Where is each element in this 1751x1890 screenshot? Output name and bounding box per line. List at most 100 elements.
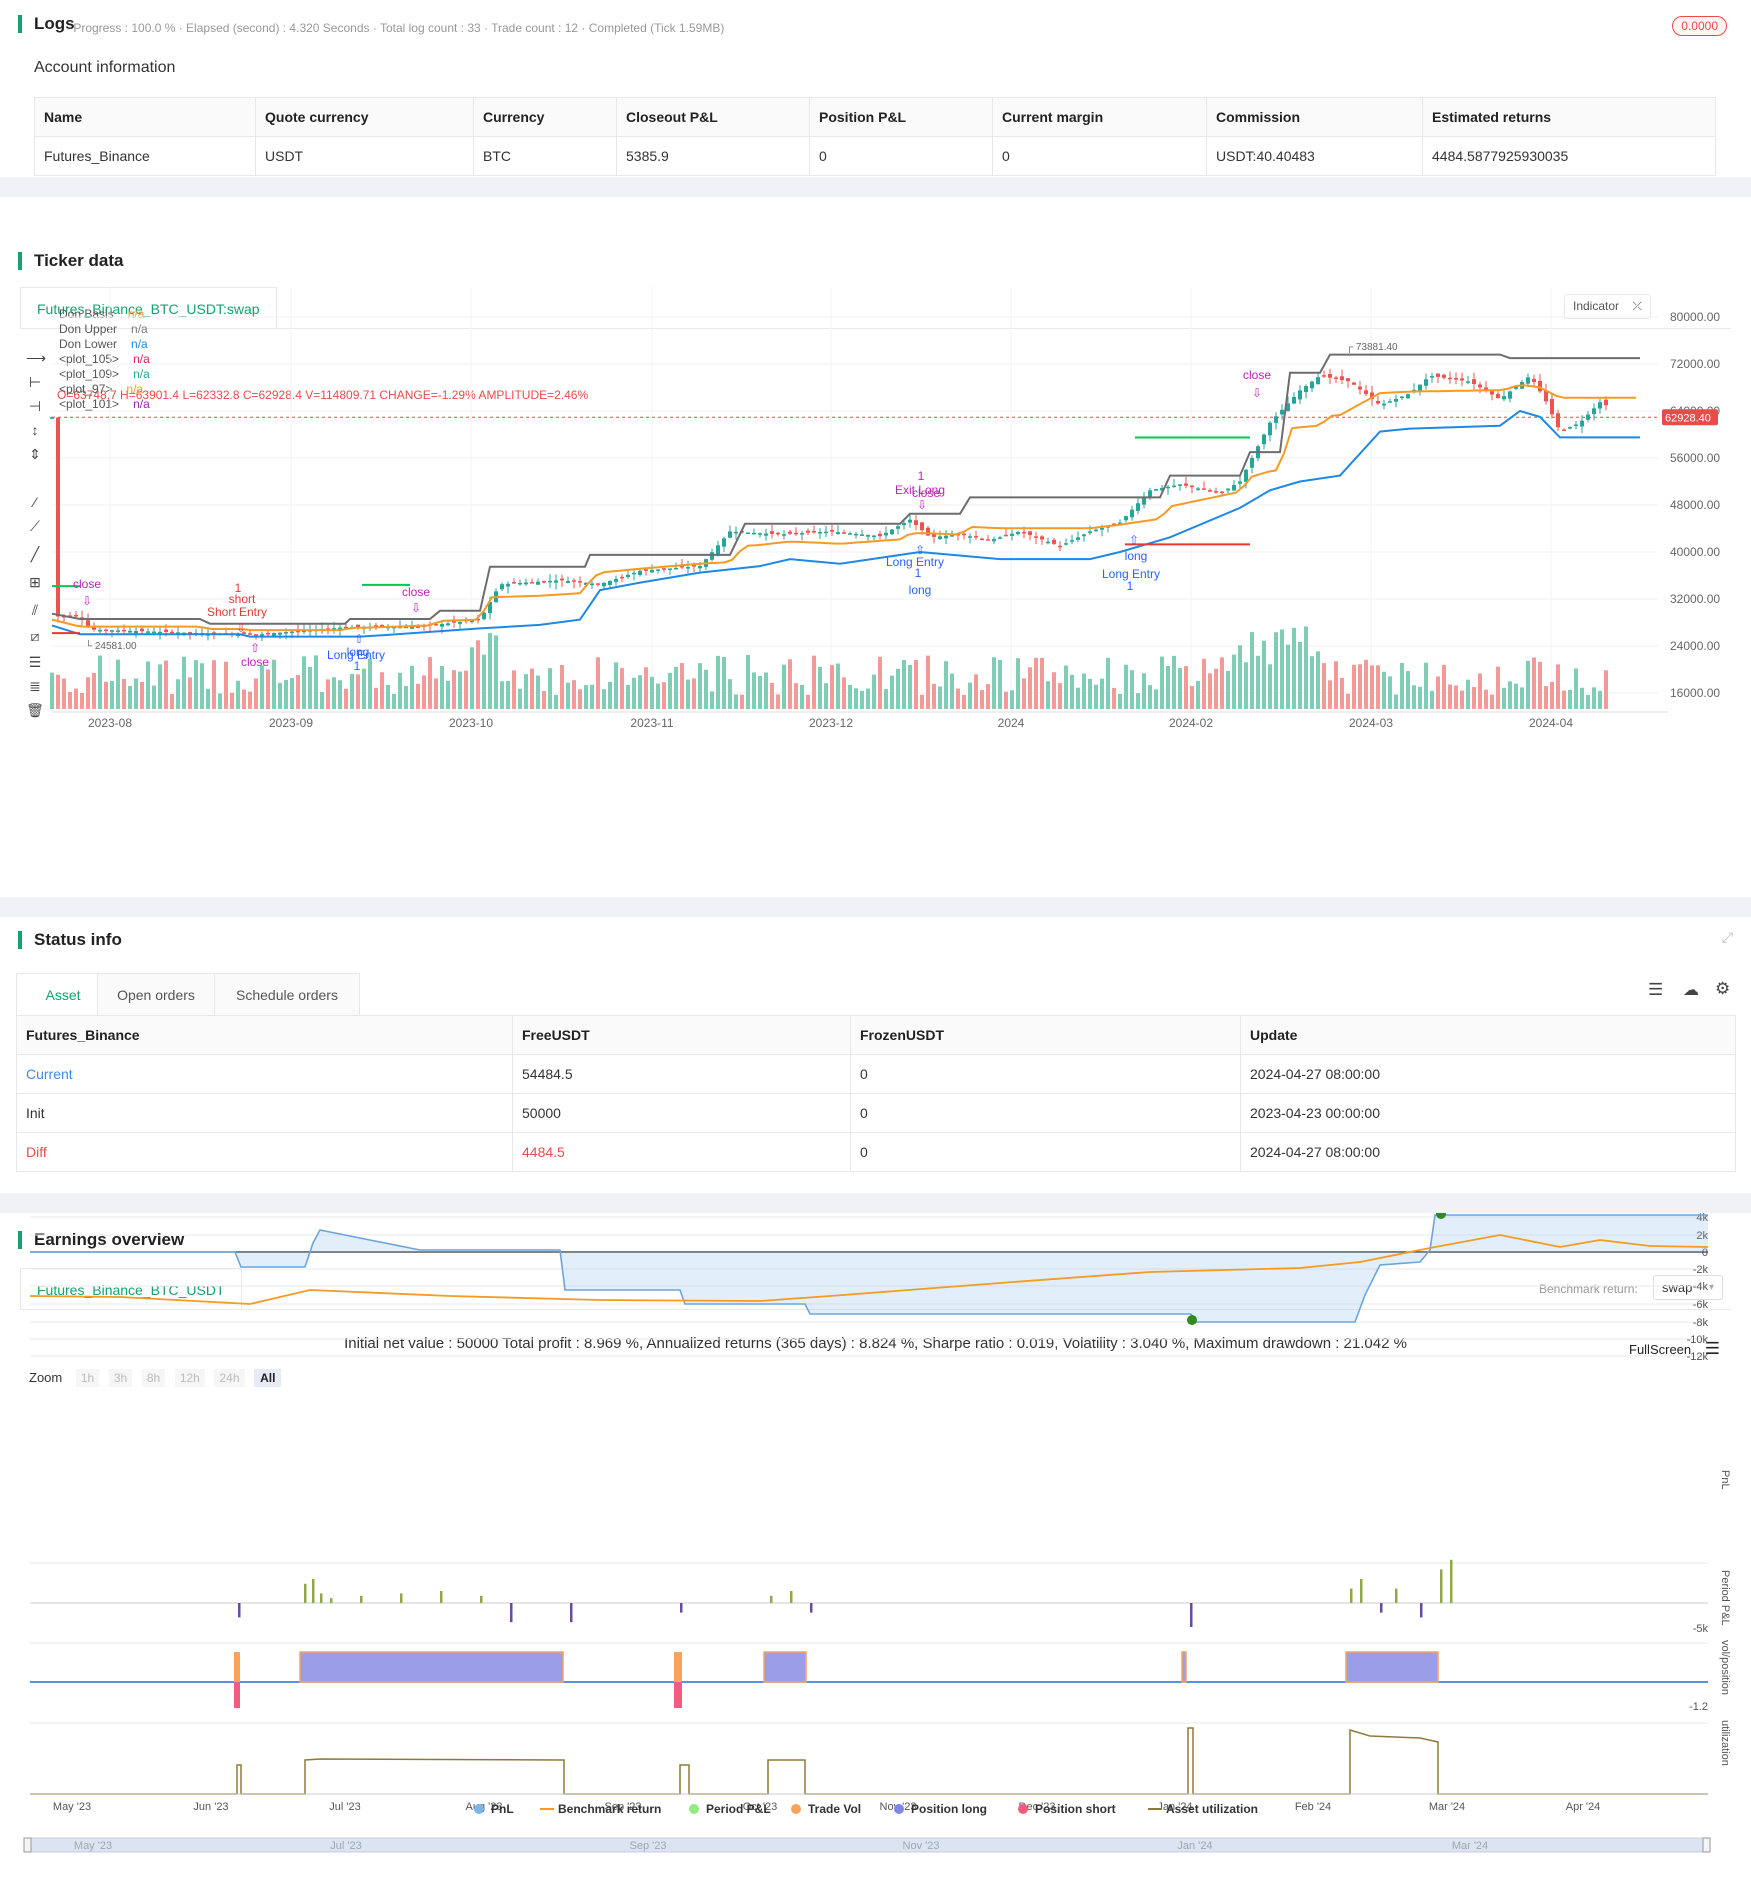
account-header: Currency: [473, 97, 617, 137]
candle-body: [1490, 391, 1494, 395]
candle-body: [1448, 377, 1452, 380]
expand-icon[interactable]: ⤢: [1722, 929, 1733, 946]
volume-bar: [1310, 656, 1314, 709]
volume-bar: [884, 689, 888, 709]
volume-bar: [398, 672, 402, 709]
volume-bar: [434, 678, 438, 709]
volume-bar: [710, 691, 714, 709]
volume-bar: [680, 663, 684, 709]
ticker-chart[interactable]: 80000.0072000.0064000.0056000.0048000.00…: [0, 197, 1751, 897]
volume-bar: [590, 684, 594, 709]
candle-body: [1442, 374, 1446, 378]
volume-bar: [1454, 685, 1458, 709]
trade-vol-block: [234, 1652, 240, 1682]
asset-cell[interactable]: Current: [16, 1054, 513, 1094]
candle-body: [734, 531, 738, 534]
asset-row: Current 54484.5 0 2024-04-27 08:00:00: [16, 1054, 1736, 1094]
legend-symbol: [474, 1804, 484, 1814]
candle-body: [458, 621, 462, 624]
volume-bar: [890, 675, 894, 709]
legend-label: Benchmark return: [558, 1802, 661, 1816]
gear-icon[interactable]: ⚙: [1715, 979, 1730, 999]
utilization-axis-label: utilization: [1719, 1720, 1731, 1766]
earnings-chart[interactable]: 4k2k0-2k-4k-6k-8k-10k-12kPnL-5kPeriod P&…: [0, 1213, 1751, 1890]
volume-bar: [872, 674, 876, 709]
volume-bar: [1496, 666, 1500, 709]
volume-bar: [944, 661, 948, 709]
volume-bar: [386, 684, 390, 709]
candle-body: [1376, 401, 1380, 404]
volume-bar: [392, 693, 396, 709]
candle-body: [1274, 416, 1278, 423]
volume-bar: [956, 688, 960, 709]
volume-bar: [452, 670, 456, 709]
asset-row: Diff 4484.5 0 2024-04-27 08:00:00: [16, 1132, 1736, 1172]
volume-bar: [752, 672, 756, 709]
tab-open-orders[interactable]: Open orders: [97, 973, 215, 1015]
candle-body: [1382, 403, 1386, 406]
legend-symbol: [689, 1804, 699, 1814]
volume-bar: [266, 669, 270, 709]
candle-body: [1046, 541, 1050, 544]
candle-body: [686, 567, 690, 569]
volume-bar: [1178, 668, 1182, 709]
asset-cell: 2024-04-27 08:00:00: [1240, 1054, 1736, 1094]
volume-bar: [1022, 678, 1026, 709]
period-bar: [360, 1595, 363, 1603]
candle-body: [986, 539, 990, 541]
candle-body: [1454, 378, 1458, 380]
volume-bar: [1478, 673, 1482, 709]
candle-body: [884, 532, 888, 536]
cloud-download-icon[interactable]: ☁: [1683, 980, 1699, 1000]
volume-bar: [488, 633, 492, 709]
account-header-row: Name Quote currency Currency Closeout P&…: [34, 97, 1716, 137]
volume-bar: [164, 660, 168, 709]
volume-bar: [1046, 681, 1050, 709]
trade-count-label: 1: [915, 566, 922, 580]
candle-body: [266, 632, 270, 635]
candle-body: [524, 582, 528, 585]
candle-body: [830, 529, 834, 532]
volume-bar: [836, 663, 840, 709]
account-header: Closeout P&L: [616, 97, 810, 137]
volume-bar: [1016, 658, 1020, 709]
volume-bar: [494, 635, 498, 709]
tab-asset[interactable]: Asset: [16, 973, 110, 1015]
volume-bar: [1322, 663, 1326, 709]
candle-body: [1136, 503, 1140, 511]
volume-bar: [518, 688, 522, 709]
volume-bar: [242, 689, 246, 709]
candle-body: [926, 527, 930, 536]
volume-bar: [296, 675, 300, 709]
long-arrow-icon: ⇧: [354, 632, 364, 646]
candle-body: [1244, 469, 1248, 482]
candle-body: [1178, 484, 1182, 486]
asset-header: FreeUSDT: [512, 1015, 851, 1055]
volume-bar: [134, 678, 138, 709]
position-long-block: [1345, 1651, 1439, 1683]
volume-bar: [140, 682, 144, 709]
volume-bar: [410, 665, 414, 709]
candle-body: [128, 630, 132, 633]
x-tick-label: Apr '24: [1566, 1801, 1601, 1813]
candle-body: [842, 532, 846, 534]
volume-bar: [1100, 678, 1104, 709]
volume-bar: [1292, 627, 1296, 709]
volume-bar: [512, 670, 516, 709]
candle-body: [992, 539, 996, 542]
volume-bar: [578, 689, 582, 709]
candle-body: [860, 534, 864, 536]
candle-body: [1598, 402, 1602, 409]
candle-body: [356, 624, 360, 628]
close-arrow-icon: ⇩: [82, 594, 92, 608]
tab-schedule-orders[interactable]: Schedule orders: [214, 973, 360, 1015]
list-icon[interactable]: ☰: [1648, 980, 1663, 1000]
volume-bar: [248, 691, 252, 709]
volume-bar: [926, 655, 930, 709]
close-label: close: [241, 655, 269, 669]
legend-label: Asset utilization: [1166, 1802, 1258, 1816]
volume-bar: [1316, 651, 1320, 709]
volume-bar: [1418, 686, 1422, 709]
volume-bar: [1382, 671, 1386, 709]
volume-bar: [632, 677, 636, 709]
